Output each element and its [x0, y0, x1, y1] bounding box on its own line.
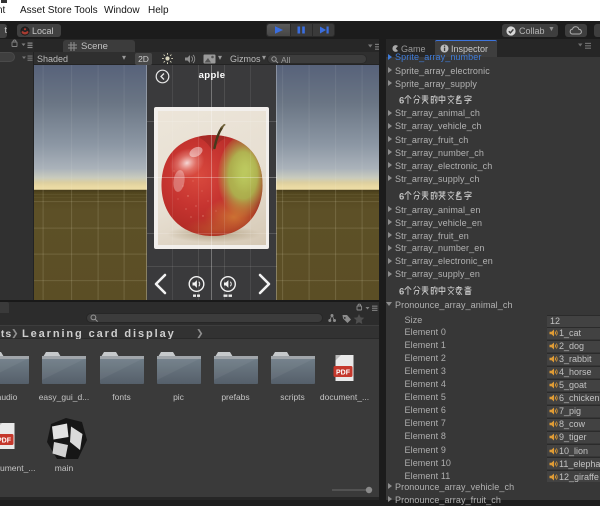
svg-text:PDF: PDF: [0, 438, 11, 445]
svg-text:PDF: PDF: [336, 370, 351, 377]
